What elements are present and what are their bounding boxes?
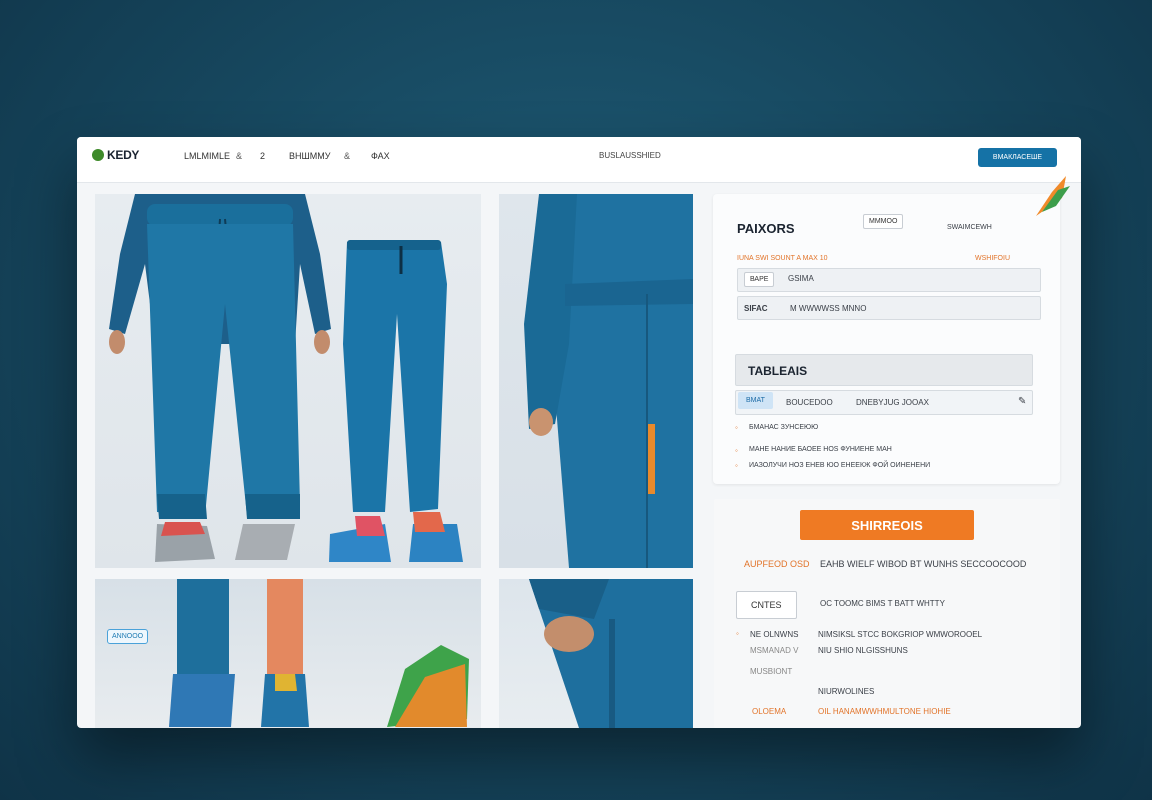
option-row-2[interactable]: SIFAC M WWWWSS MNNO [737, 296, 1041, 320]
jacket-detail-illustration [524, 194, 693, 568]
option-text: GSIMA [788, 274, 814, 283]
header-action-button[interactable]: ВМАКЛАСЕШЕ [978, 148, 1057, 167]
pocket-illustration [529, 579, 693, 728]
product-details-panel: PAIXORS MMMOO SWAIMCEWH IUNA SWI SOUNT A… [713, 194, 1060, 484]
product-photo-detail[interactable] [499, 194, 693, 568]
shoes-illustration [169, 579, 469, 727]
size-tab-3[interactable]: DNEBYJUG JOOAX [856, 398, 929, 407]
info-bullet-icon: ◦ [735, 446, 738, 455]
tab-right-label[interactable]: SWAIMCEWH [947, 224, 992, 231]
section-label: IUNA SWI SOUNT A MAX 10 [737, 255, 828, 262]
notes-text: OC TOOMC BIMS T BATT WHTTY [820, 599, 945, 608]
primary-cta-button[interactable]: SHIRREOIS [800, 510, 974, 540]
footer-left: OLOEMA [752, 707, 787, 716]
nav-separator: & [236, 151, 243, 161]
photo-badge[interactable]: ANNOOO [107, 629, 149, 644]
row-2-right: NIU SHIO NLGISSHUNS [818, 646, 908, 655]
meta-label: AUPFEOD OSD [744, 559, 810, 569]
row-3-left: MUSBIONT [750, 667, 793, 676]
logo-leaf-icon [92, 149, 104, 161]
nav-item-3[interactable]: ВНШММУ [289, 151, 330, 161]
row-4-right: NIURWOLINES [818, 687, 875, 696]
logo-text: KEDY [107, 148, 140, 162]
size-tab-2[interactable]: BOUCEDOO [786, 398, 833, 407]
pants-front-illustration [109, 194, 463, 562]
notes-chip[interactable]: CNTES [736, 591, 797, 619]
tab-chip[interactable]: MMMOO [863, 214, 904, 229]
nav-item-2[interactable]: 2 [260, 151, 265, 161]
header-center-label: BUSLAUSSHIED [599, 151, 661, 160]
row-1-right: NIMSIKSL STCC BOKGRIOP WMWOROOEL [818, 630, 983, 639]
nav-item-1[interactable]: LMLMIMLE [184, 151, 230, 161]
option-chip[interactable]: ВАРЕ [744, 272, 775, 287]
leaf-accent-icon [1036, 176, 1070, 216]
top-navbar: KEDY LMLMIMLE & 2 ВНШММУ & ФАХ BUSLAUSSH… [77, 137, 1081, 183]
info-line-3: ИАЗОЛУЧИ НОЗ ЕНЕВ ЮО ЕНЕЕКЖ ФОЙ ОИНЕНЕНИ [749, 462, 931, 469]
product-title: PAIXORS [737, 221, 795, 236]
row-2-left: MSMANAD V [750, 646, 799, 655]
footer-right: OIL HANAMWWHMULTONE HIOHIE [818, 707, 951, 716]
option-value: M WWWWSS MNNO [790, 304, 867, 313]
nav-item-4[interactable]: ФАХ [371, 151, 390, 161]
subtitle: TABLEAIS [748, 364, 808, 378]
meta-text: EAHB WIELF WIBOD BT WUNHS SECCOOCOOD [820, 559, 1027, 569]
info-bullet-icon: ◦ [735, 461, 738, 470]
app-window: KEDY LMLMIMLE & 2 ВНШММУ & ФАХ BUSLAUSSH… [77, 137, 1081, 728]
product-photo-shoes[interactable]: ANNOOO [95, 579, 481, 728]
nav-separator: & [344, 151, 351, 161]
info-line-1: БМАНАС ЗУНСЕЮЮ [749, 424, 819, 431]
info-bullet-icon: ◦ [735, 423, 738, 432]
brand-logo[interactable]: KEDY [92, 148, 139, 162]
row-bullet-icon: ◦ [736, 629, 739, 638]
option-row-1[interactable]: ВАРЕ GSIMA [737, 268, 1041, 292]
row-1-left: NE OLNWNS [750, 630, 799, 639]
product-photo-main[interactable] [95, 194, 481, 568]
subtitle-bar: TABLEAIS [735, 354, 1033, 386]
size-tabs: ВМАТ BOUCEDOO DNEBYJUG JOOAX ✎ [735, 390, 1033, 415]
checkout-panel: SHIRREOIS AUPFEOD OSD EAHB WIELF WIBOD B… [714, 499, 1060, 728]
info-line-2: МАНЕ НАНИЕ БАОЕЕ НОS ФУНИЕНЕ МАН [749, 446, 892, 453]
product-photo-pocket[interactable] [499, 579, 693, 728]
edit-icon[interactable]: ✎ [1018, 396, 1026, 407]
option-label: SIFAC [744, 304, 768, 313]
size-tab-active[interactable]: ВМАТ [738, 392, 773, 409]
section-label-right: WSHIFOIU [975, 255, 1010, 262]
